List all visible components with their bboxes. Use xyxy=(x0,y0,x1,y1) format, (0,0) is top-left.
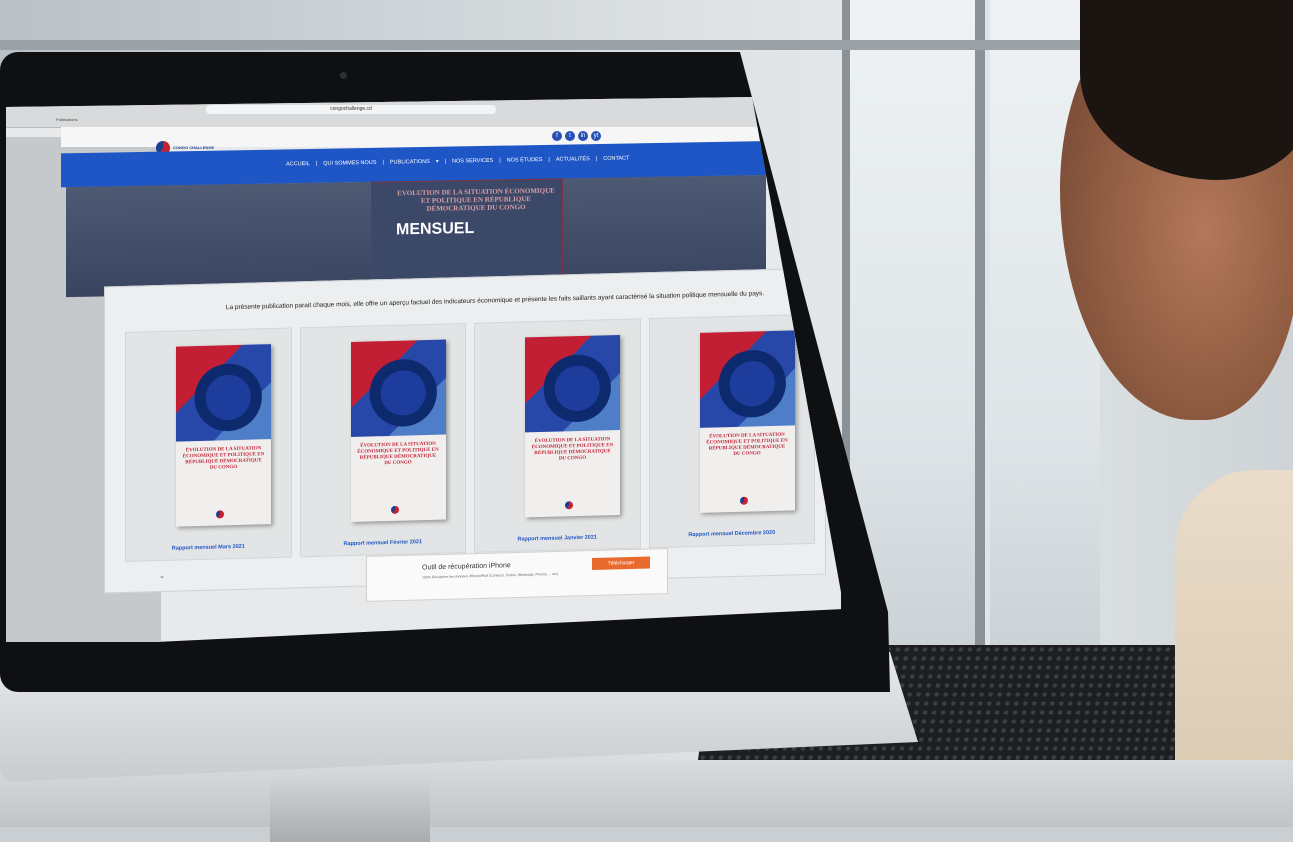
monitor-stand xyxy=(270,782,430,842)
nav-qui-sommes-nous[interactable]: QUI SOMMES NOUS xyxy=(323,160,376,167)
nav-publications[interactable]: PUBLICATIONS xyxy=(390,159,430,166)
twitter-icon[interactable]: t xyxy=(565,131,575,141)
nav-contact[interactable]: CONTACT xyxy=(603,155,629,161)
report-card[interactable]: ÉVOLUTION DE LA SITUATION ÉCONOMIQUE ET … xyxy=(299,322,466,558)
report-card[interactable]: ÉVOLUTION DE LA SITUATION ÉCONOMIQUE ET … xyxy=(125,327,292,562)
nav-actualites[interactable]: ACTUALITÉS xyxy=(556,156,590,163)
report-link[interactable]: Rapport mensuel Mars 2021 xyxy=(126,543,291,553)
ad-description: 100% Récupérer les données iPhone/iPad (… xyxy=(422,571,559,580)
linkedin-icon[interactable]: in xyxy=(578,131,588,141)
youtube-icon[interactable]: yt xyxy=(591,131,601,141)
cover-title: ÉVOLUTION DE LA SITUATION ÉCONOMIQUE ET … xyxy=(706,432,788,457)
cover-art xyxy=(176,344,271,442)
report-cover[interactable]: ÉVOLUTION DE LA SITUATION ÉCONOMIQUE ET … xyxy=(525,334,620,518)
address-bar[interactable]: congochallenge.cd xyxy=(206,105,496,114)
site-logo-text[interactable]: CONGO CHALLENGE xyxy=(173,145,214,150)
ad-title: Outil de récupération iPhone xyxy=(422,562,511,572)
cover-title: ÉVOLUTION DE LA SITUATION ÉCONOMIQUE ET … xyxy=(531,437,614,462)
report-card[interactable]: ÉVOLUTION DE LA SITUATION ÉCONOMIQUE ET … xyxy=(474,318,641,553)
nav-nos-services[interactable]: NOS SERVICES xyxy=(452,158,493,165)
cover-art xyxy=(699,330,795,428)
cover-art xyxy=(350,339,446,437)
publications-panel: La présente publication parait chaque mo… xyxy=(104,267,826,594)
intro-text: La présente publication parait chaque mo… xyxy=(225,290,765,312)
report-cover[interactable]: ÉVOLUTION DE LA SITUATION ÉCONOMIQUE ET … xyxy=(699,330,795,513)
report-card[interactable]: ÉVOLUTION DE LA SITUATION ÉCONOMIQUE ET … xyxy=(648,313,815,549)
cover-logo-icon xyxy=(739,496,748,505)
chevron-down-icon: ▾ xyxy=(435,158,439,165)
cover-title: ÉVOLUTION DE LA SITUATION ÉCONOMIQUE ET … xyxy=(357,441,439,467)
social-links: f t in yt xyxy=(552,131,601,141)
cover-art xyxy=(525,334,620,433)
facebook-icon[interactable]: f xyxy=(552,131,562,141)
browser-tab[interactable]: Publications xyxy=(56,117,78,122)
report-link[interactable]: Rapport mensuel Février 2021 xyxy=(301,538,466,548)
ad-download-button[interactable]: Télécharger xyxy=(592,556,650,571)
window-mullion xyxy=(975,0,985,700)
cover-logo-icon xyxy=(565,501,573,510)
webcam xyxy=(340,72,347,79)
nav-nos-etudes[interactable]: NOS ÉTUDES xyxy=(507,157,543,164)
ad-banner[interactable]: Outil de récupération iPhone 100% Récupé… xyxy=(366,548,668,602)
hero-doc-title: EVOLUTION DE LA SITUATION ÉCONOMIQUE ET … xyxy=(397,186,555,213)
report-link[interactable]: Rapport mensuel Décembre 2020 xyxy=(650,529,815,539)
report-link[interactable]: Rapport mensuel Janvier 2021 xyxy=(475,533,640,543)
report-cover[interactable]: ÉVOLUTION DE LA SITUATION ÉCONOMIQUE ET … xyxy=(350,339,446,522)
cover-logo-icon xyxy=(390,505,399,514)
monitor-screen: congochallenge.cd Publications CONGO CHA… xyxy=(6,97,841,642)
report-list: ÉVOLUTION DE LA SITUATION ÉCONOMIQUE ET … xyxy=(125,313,815,562)
hero-label: MENSUEL xyxy=(396,219,475,239)
cover-title: ÉVOLUTION DE LA SITUATION ÉCONOMIQUE ET … xyxy=(182,446,265,471)
chevron-down-icon[interactable]: ⌄ xyxy=(159,572,165,580)
nav-accueil[interactable]: ACCUEIL xyxy=(286,161,310,167)
cover-logo-icon xyxy=(216,510,224,519)
report-cover[interactable]: ÉVOLUTION DE LA SITUATION ÉCONOMIQUE ET … xyxy=(176,344,271,527)
